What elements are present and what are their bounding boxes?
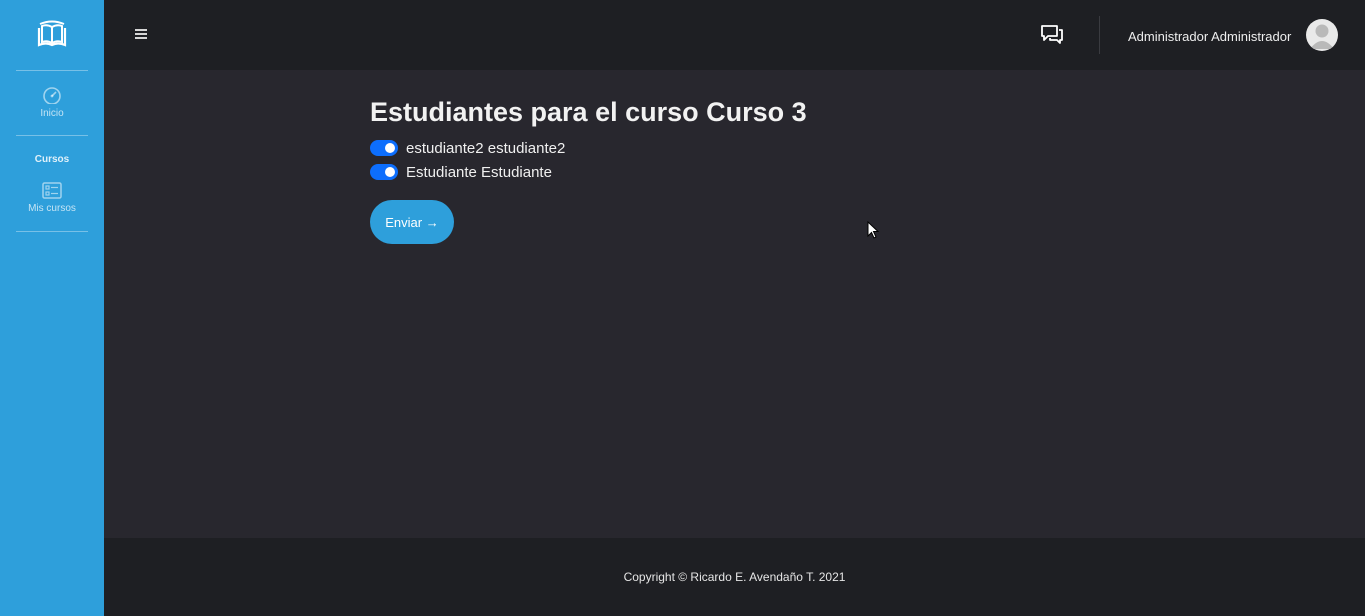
sidebar: Inicio Cursos Mis cursos <box>0 0 104 616</box>
student-toggle-switch[interactable] <box>370 164 398 180</box>
student-toggle-row[interactable]: Estudiante Estudiante <box>370 163 552 181</box>
user-name[interactable]: Administrador Administrador <box>1128 29 1291 44</box>
student-name: estudiante2 estudiante2 <box>406 139 566 157</box>
copyright-text: Copyright © Ricardo E. Avendaño T. 2021 <box>623 570 846 584</box>
sidebar-item-label: Mis cursos <box>28 203 76 214</box>
dashboard-icon <box>43 87 61 104</box>
sidebar-item-label: Inicio <box>40 108 64 119</box>
sidebar-item-mis-cursos[interactable]: Mis cursos <box>0 182 104 214</box>
footer: Copyright © Ricardo E. Avendaño T. 2021 <box>104 538 1365 616</box>
courses-list-icon <box>42 182 62 199</box>
chat-icon[interactable] <box>1040 24 1064 46</box>
sidebar-item-inicio[interactable]: Inicio <box>0 86 104 119</box>
sidebar-divider <box>16 231 88 232</box>
sidebar-divider <box>16 70 88 71</box>
sidebar-divider <box>16 135 88 136</box>
submit-button[interactable]: Enviar → <box>370 200 454 244</box>
hamburger-icon[interactable] <box>135 29 147 41</box>
main-content: Estudiantes para el curso Curso 3 estudi… <box>104 70 1365 538</box>
user-avatar-icon[interactable] <box>1306 19 1338 51</box>
student-toggle-row[interactable]: estudiante2 estudiante2 <box>370 139 565 157</box>
page-title: Estudiantes para el curso Curso 3 <box>370 97 807 127</box>
top-navbar: Administrador Administrador <box>104 0 1365 70</box>
student-name: Estudiante Estudiante <box>406 163 552 181</box>
book-icon[interactable] <box>36 20 68 48</box>
topbar-divider <box>1099 16 1100 54</box>
sidebar-section-title: Cursos <box>34 154 70 165</box>
mouse-cursor-icon <box>867 221 879 239</box>
student-toggle-switch[interactable] <box>370 140 398 156</box>
